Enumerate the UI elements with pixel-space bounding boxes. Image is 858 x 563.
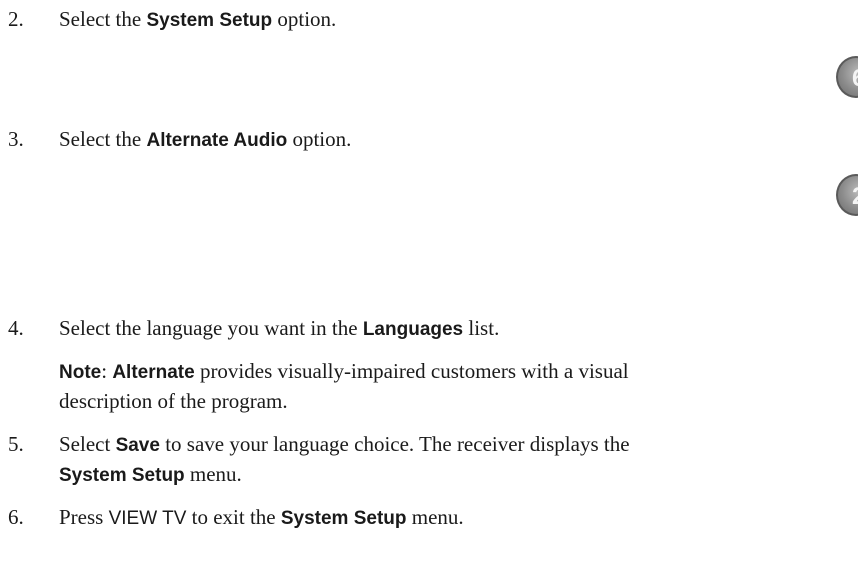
step-number: 6. — [8, 505, 24, 529]
step-text-end: option. — [287, 127, 352, 151]
step-5: 5. Select Save to save your language choi… — [8, 429, 630, 461]
menu-system-setup: System Setup — [59, 465, 185, 486]
step-text: Select the — [59, 7, 147, 31]
button-glyph: 6 — [852, 65, 858, 93]
step-text: Select the — [59, 127, 147, 151]
step-text-end: list. — [463, 316, 500, 340]
note-line-2: description of the program. — [59, 386, 288, 417]
step-3: 3. Select the Alternate Audio option. — [8, 124, 351, 156]
note-line-1: Note: Alternate provides visually-impair… — [59, 356, 629, 388]
note-text: provides visually-impaired customers wit… — [194, 359, 629, 383]
step-text-end: to save your language choice. The receiv… — [159, 432, 630, 456]
step-4: 4. Select the language you want in the La… — [8, 313, 499, 345]
save-option-label: Save — [115, 435, 160, 456]
step-text: Select — [59, 432, 116, 456]
view-tv-key-label: VIEW TV — [108, 508, 187, 529]
step-text-end: option. — [272, 7, 337, 31]
step-text-end: menu. — [406, 505, 464, 529]
step-text-end: menu. — [184, 462, 242, 486]
menu-option-alternate-audio: Alternate Audio — [146, 130, 288, 151]
step-number: 2. — [8, 7, 24, 31]
step-text: Select the language you want in the — [59, 316, 363, 340]
step-number: 3. — [8, 127, 24, 151]
step-6: 6. Press VIEW TV to exit the System Setup… — [8, 502, 464, 534]
menu-option-system-setup: System Setup — [146, 10, 273, 31]
step-text-mid: to exit the — [186, 505, 281, 529]
languages-list-label: Languages — [362, 319, 464, 340]
note-alternate-term: Alternate — [112, 362, 195, 383]
step-5-line-2: System Setup menu. — [59, 459, 242, 491]
step-text: Press — [59, 505, 109, 529]
menu-system-setup: System Setup — [280, 508, 407, 529]
step-number: 5. — [8, 432, 24, 456]
step-2: 2. Select the System Setup option. — [8, 4, 336, 36]
note-label: Note — [59, 362, 102, 383]
remote-number-2-button-icon: 2 — [836, 174, 858, 216]
note-text-continued: description of the program. — [59, 389, 288, 413]
note-colon: : — [101, 359, 113, 383]
remote-number-6-button-icon: 6 — [836, 56, 858, 98]
step-number: 4. — [8, 316, 24, 340]
button-glyph: 2 — [852, 183, 858, 211]
